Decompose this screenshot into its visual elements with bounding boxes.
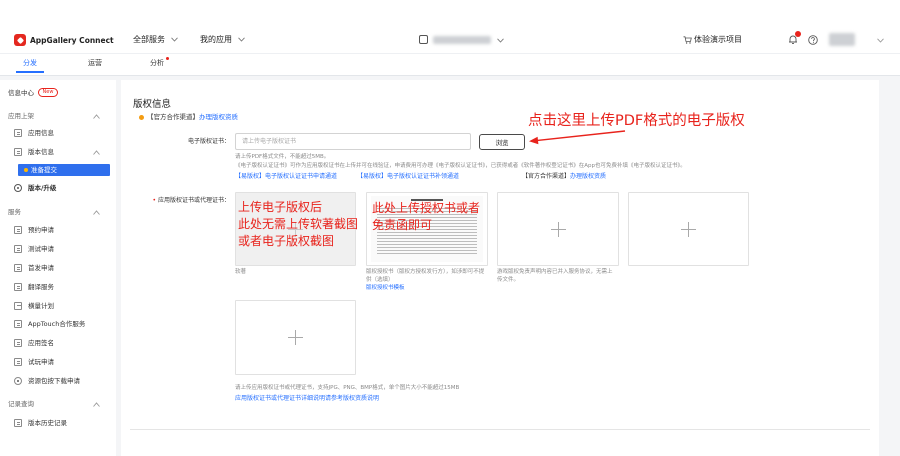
annotation-arrow — [529, 130, 626, 145]
ecert-reissue-link[interactable]: 【易版权】电子版权认证证书补领通道 — [357, 173, 459, 181]
ecert-apply-link[interactable]: 【易版权】电子版权认证证书申请通道 — [235, 173, 337, 181]
plus-icon — [288, 330, 303, 345]
softcopy-note-line-2: 此处无需上传软著截图 — [238, 217, 359, 231]
tab-distribution[interactable]: 分发 — [23, 59, 37, 68]
chevron-up-icon[interactable] — [93, 114, 100, 119]
new-badge: New — [38, 88, 58, 97]
package-icon — [14, 377, 22, 385]
sidebar-item-resource-pack[interactable]: 资源包按下载申请 — [28, 377, 80, 385]
sidebar-item-testing[interactable]: 测试申请 — [28, 245, 54, 253]
ecert-official-channel: 【官方合作渠道】办理版权资质 — [522, 173, 606, 181]
sidebar-item-info-center[interactable]: 信息中心 — [8, 89, 34, 97]
top-header — [0, 0, 900, 54]
required-mark: • — [152, 197, 157, 204]
my-apps-label: 我的应用 — [200, 35, 232, 44]
upload-slot-4[interactable] — [628, 192, 749, 266]
chevron-up-icon[interactable] — [93, 402, 100, 407]
caption-authorization: 版权授权书（版权方授权发行方），如涉即可不提供（选填） 版权授权书模板 — [366, 268, 486, 292]
template-link[interactable]: 版权授权书模板 — [366, 285, 405, 291]
official-channel-line: 【官方合作渠道】办理版权资质 — [147, 113, 238, 121]
official-channel-link[interactable]: 办理版权资质 — [199, 113, 238, 121]
sidebar-item-prepare-submit-label: 准备提交 — [31, 166, 57, 174]
chevron-down-icon — [237, 37, 245, 42]
ecert-description: 《电子版权认证证书》可作为应用版权证书在上传并可在线验证，申请费用可办理《电子版… — [235, 163, 686, 169]
upload-slot-5[interactable] — [235, 300, 356, 375]
sidebar-item-app-signing[interactable]: 应用签名 — [28, 339, 54, 347]
plus-icon — [550, 221, 566, 237]
document-icon — [14, 339, 22, 347]
plus-icon — [681, 221, 696, 237]
all-services-menu[interactable]: 全部服务 — [133, 35, 178, 45]
ecert-official-prefix: 【官方合作渠道】 — [522, 173, 571, 180]
chevron-down-icon — [170, 37, 178, 42]
official-channel-prefix: 【官方合作渠道】 — [147, 113, 199, 121]
sidebar-item-trial-play[interactable]: 试玩申请 — [28, 358, 54, 366]
caption-softcopy: 软著 — [235, 269, 247, 275]
history-icon — [14, 419, 22, 427]
project-name-blurred[interactable] — [433, 36, 491, 44]
sidebar-group-records[interactable]: 记录查询 — [8, 400, 34, 408]
browse-button[interactable]: 浏览 — [479, 134, 525, 150]
sidebar-item-premiere[interactable]: 首发申请 — [28, 264, 54, 272]
translate-icon — [14, 283, 22, 291]
notification-dot — [166, 57, 169, 60]
ecert-file-input[interactable] — [235, 133, 471, 150]
authorization-note-line-1: 此处上传授权书或者 — [372, 201, 481, 215]
chart-bars-icon — [14, 320, 22, 328]
chevron-down-icon[interactable] — [497, 38, 504, 43]
ecert-official-link[interactable]: 办理版权资质 — [570, 173, 606, 180]
caption-authorization-text: 版权授权书（版权方授权发行方），如涉即可不提供（选填） — [366, 269, 485, 283]
upload-slot-3[interactable] — [497, 192, 619, 266]
circle-icon — [14, 184, 22, 192]
cert-label-row: • 应用版权证书或代理证书： — [128, 197, 230, 205]
gamepad-icon — [14, 358, 22, 366]
chevron-down-icon[interactable] — [877, 38, 884, 43]
sidebar-item-translation[interactable]: 翻译服务 — [28, 283, 54, 291]
calendar-icon — [14, 302, 22, 310]
active-tab-underline — [16, 71, 44, 73]
tab-bar — [0, 54, 900, 76]
cert-label: 应用版权证书或代理证书： — [157, 197, 230, 204]
orange-dot — [139, 115, 144, 120]
sidebar-item-plan[interactable]: 横量计划 — [28, 302, 54, 310]
caption-disclaimer: 游戏版权免责声明内容已并入服务协议，无需上传文件。 — [497, 269, 613, 283]
appgallery-logo-icon[interactable] — [14, 34, 26, 46]
document-icon — [14, 245, 22, 253]
sidebar-item-reservation[interactable]: 预约申请 — [28, 226, 54, 234]
my-apps-menu[interactable]: 我的应用 — [200, 35, 245, 45]
document-icon — [14, 148, 22, 156]
tab-analytics[interactable]: 分析 — [150, 59, 164, 68]
logo-text[interactable]: AppGallery Connect — [30, 36, 114, 45]
softcopy-note-line-1: 上传电子版权后 — [238, 200, 323, 214]
document-icon — [14, 129, 22, 137]
ecert-label: 电子版权证书： — [187, 138, 230, 145]
cart-icon — [683, 36, 692, 44]
sidebar-group-app-listing[interactable]: 应用上架 — [8, 112, 34, 120]
avatar[interactable] — [829, 33, 855, 46]
project-icon[interactable] — [419, 35, 428, 44]
sidebar-item-apptouch[interactable]: AppTouch合作服务 — [28, 320, 85, 328]
notification-badge — [795, 31, 801, 37]
sidebar-group-services[interactable]: 服务 — [8, 208, 21, 216]
chevron-up-icon[interactable] — [93, 150, 100, 155]
demo-project-link[interactable]: 体验演示项目 — [694, 35, 742, 45]
chevron-up-icon[interactable] — [93, 210, 100, 215]
sidebar-item-version-upgrade[interactable]: 版本/升级 — [28, 184, 56, 192]
authorization-note-line-2: 免责函即可 — [372, 218, 433, 232]
all-services-label: 全部服务 — [133, 35, 165, 44]
selected-dot — [24, 168, 28, 172]
help-icon[interactable] — [808, 35, 818, 45]
cert-hint: 请上传应用版权证书或代理证书，支持JPG、PNG、BMP格式，单个图片大小不能超… — [235, 385, 460, 391]
document-icon — [14, 264, 22, 272]
section-divider — [130, 429, 870, 430]
ecert-hint: 请上传PDF格式文件，不能超过5MB。 — [235, 154, 330, 160]
sidebar-item-app-info[interactable]: 应用信息 — [28, 129, 54, 137]
section-title: 版权信息 — [133, 99, 172, 110]
sidebar-item-version-history[interactable]: 版本历史记录 — [28, 419, 67, 427]
sidebar-item-version-info[interactable]: 版本信息 — [28, 148, 54, 156]
softcopy-note-line-3: 或者电子版权截图 — [238, 234, 335, 248]
clipboard-icon — [14, 226, 22, 234]
tab-operation[interactable]: 运营 — [88, 59, 102, 68]
cert-help-link[interactable]: 应用版权证书或代理证书详细说明请参考版权资质说明 — [235, 395, 379, 403]
